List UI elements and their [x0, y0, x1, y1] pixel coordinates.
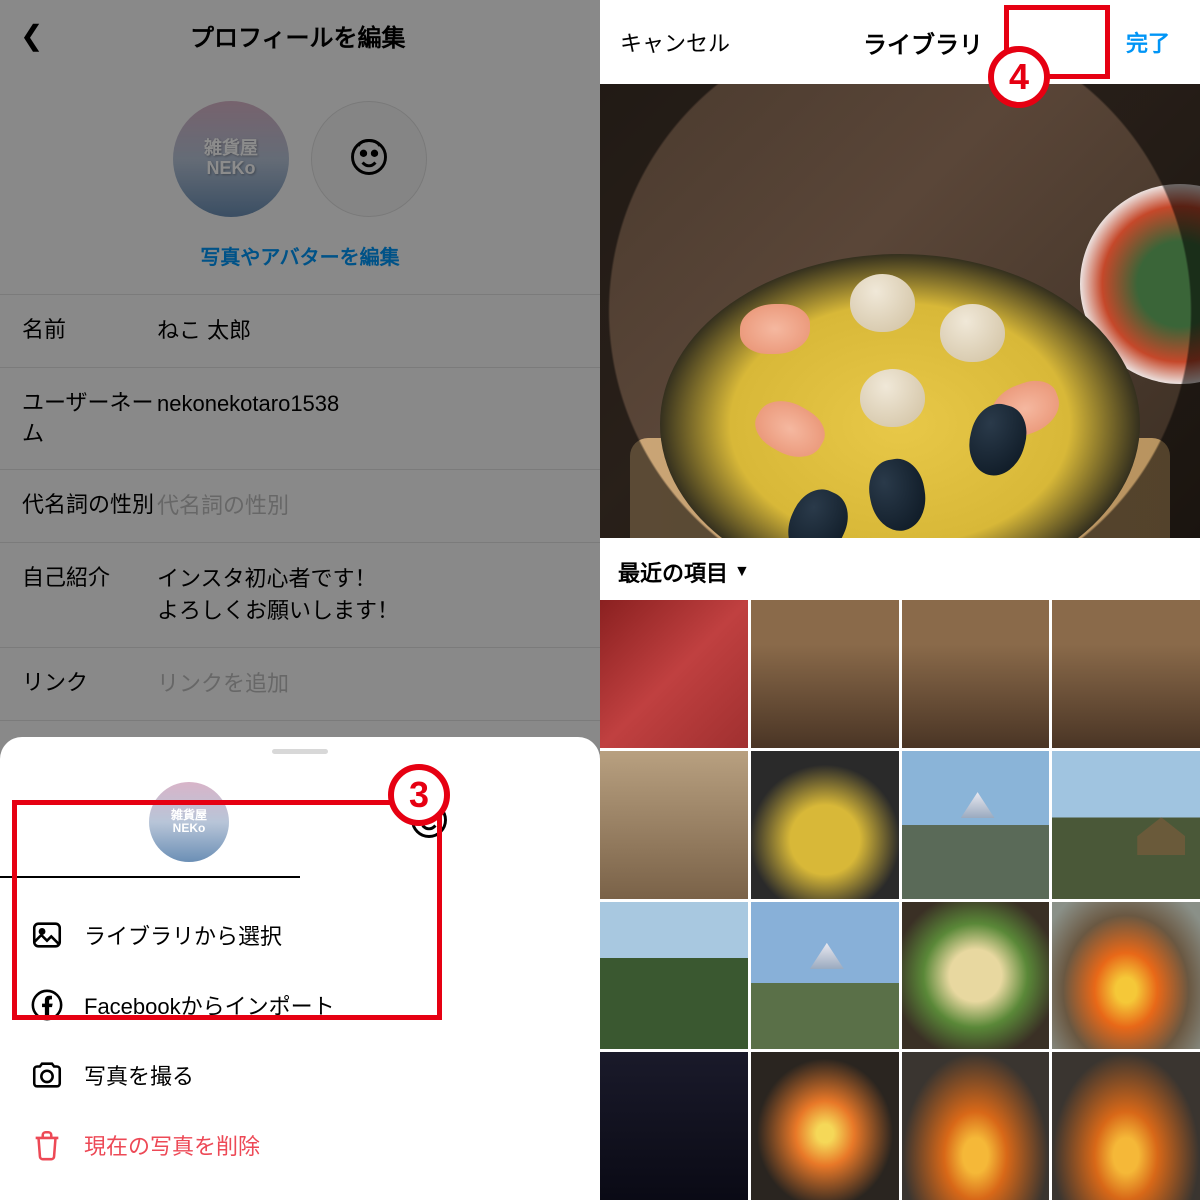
field-pronoun[interactable]: 代名詞の性別 代名詞の性別 — [0, 470, 600, 543]
page-title: プロフィールを編集 — [15, 18, 580, 53]
left-header: ❮ プロフィールを編集 — [0, 0, 600, 71]
image-icon — [30, 918, 64, 952]
photo-options-sheet: 雑貨屋 NEKo ライブラリから選択 — [0, 737, 600, 1200]
avatar-section: 雑貨屋 NEKo — [0, 71, 600, 233]
pronoun-placeholder: 代名詞の性別 — [157, 490, 578, 522]
name-value: ねこ 太郎 — [157, 315, 578, 347]
done-button[interactable]: 完了 — [1116, 20, 1180, 64]
field-bio[interactable]: 自己紹介 インスタ初心者です！ よろしくお願いします！ — [0, 543, 600, 648]
photo-grid — [600, 600, 1200, 1200]
library-title: ライブラリ — [863, 25, 983, 60]
camera-icon — [30, 1058, 64, 1092]
field-link[interactable]: リンク リンクを追加 — [0, 648, 600, 721]
bio-label: 自己紹介 — [22, 563, 157, 594]
thumb-6[interactable] — [751, 751, 899, 899]
avatar-placeholder[interactable] — [311, 101, 427, 217]
username-label: ユーザーネーム — [22, 388, 157, 450]
circular-crop-mask — [600, 84, 1200, 538]
avatar-text-2: NEKo — [207, 159, 256, 179]
sheet-tab-profile[interactable]: 雑貨屋 NEKo — [149, 782, 229, 862]
thumb-1[interactable] — [600, 600, 748, 748]
username-value: nekonekotaro1538 — [157, 388, 578, 420]
edit-profile-screen: ❮ プロフィールを編集 雑貨屋 NEKo 写真やアバターを編集 名前 ねこ 太郎… — [0, 0, 600, 1200]
chevron-down-icon: ▼ — [734, 563, 750, 581]
option-delete[interactable]: 現在の写真を削除 — [26, 1110, 574, 1180]
right-header: キャンセル ライブラリ 完了 — [600, 0, 1200, 84]
option-library[interactable]: ライブラリから選択 — [26, 900, 574, 970]
thumb-7[interactable] — [902, 751, 1050, 899]
trash-icon — [30, 1128, 64, 1162]
sheet-tab-avatar-icon[interactable] — [407, 798, 451, 847]
thumb-13[interactable] — [600, 1052, 748, 1200]
option-facebook-label: Facebookからインポート — [84, 989, 335, 1021]
link-placeholder: リンクを追加 — [157, 668, 578, 700]
avatar-text-1: 雑貨屋 — [204, 139, 258, 159]
album-selector[interactable]: 最近の項目 ▼ — [600, 538, 1200, 600]
thumb-5[interactable] — [600, 751, 748, 899]
cancel-button[interactable]: キャンセル — [620, 26, 730, 58]
sheet-options: ライブラリから選択 Facebookからインポート 写真を撮る — [0, 878, 600, 1180]
thumb-14[interactable] — [751, 1052, 899, 1200]
thumb-12[interactable] — [1052, 902, 1200, 1050]
thumb-3[interactable] — [902, 600, 1050, 748]
option-library-label: ライブラリから選択 — [84, 919, 282, 951]
sheet-drag-handle[interactable] — [272, 749, 328, 754]
facebook-icon — [30, 988, 64, 1022]
thumb-2[interactable] — [751, 600, 899, 748]
bio-value: インスタ初心者です！ よろしくお願いします！ — [157, 563, 578, 627]
profile-avatar[interactable]: 雑貨屋 NEKo — [173, 101, 289, 217]
option-camera[interactable]: 写真を撮る — [26, 1040, 574, 1110]
avatar-face-icon — [347, 135, 391, 184]
library-picker-screen: キャンセル ライブラリ 完了 最近の項目 ▼ — [600, 0, 1200, 1200]
field-username[interactable]: ユーザーネーム nekonekotaro1538 — [0, 368, 600, 471]
pronoun-label: 代名詞の性別 — [22, 490, 157, 521]
edit-photo-link[interactable]: 写真やアバターを編集 — [0, 233, 600, 294]
name-label: 名前 — [22, 315, 157, 346]
sheet-tabs: 雑貨屋 NEKo — [0, 766, 600, 862]
option-camera-label: 写真を撮る — [84, 1059, 194, 1091]
photo-preview-crop[interactable] — [600, 84, 1200, 538]
field-name[interactable]: 名前 ねこ 太郎 — [0, 295, 600, 368]
option-facebook[interactable]: Facebookからインポート — [26, 970, 574, 1040]
thumb-16[interactable] — [1052, 1052, 1200, 1200]
thumb-9[interactable] — [600, 902, 748, 1050]
option-delete-label: 現在の写真を削除 — [84, 1129, 260, 1161]
thumb-10[interactable] — [751, 902, 899, 1050]
thumb-15[interactable] — [902, 1052, 1050, 1200]
link-label: リンク — [22, 668, 157, 699]
album-name: 最近の項目 — [618, 556, 728, 588]
thumb-4[interactable] — [1052, 600, 1200, 748]
form-rows: 名前 ねこ 太郎 ユーザーネーム nekonekotaro1538 代名詞の性別… — [0, 294, 600, 721]
thumb-11[interactable] — [902, 902, 1050, 1050]
thumb-8[interactable] — [1052, 751, 1200, 899]
